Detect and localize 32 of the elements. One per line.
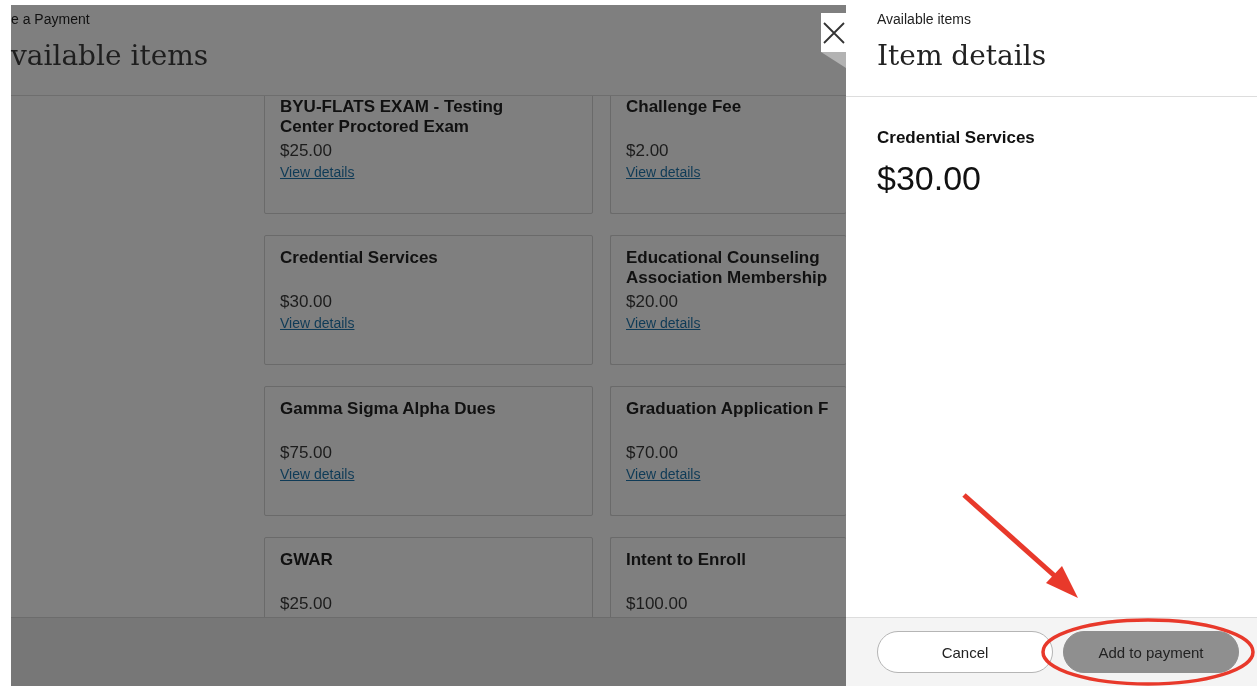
fold-drawing — [821, 52, 846, 68]
item-name: Graduation Application F — [626, 399, 829, 420]
cancel-button[interactable]: Cancel — [877, 631, 1053, 673]
breadcrumb: Available items — [877, 11, 971, 27]
item-name: Intent to Enroll — [626, 550, 746, 571]
add-to-payment-button[interactable]: Add to payment — [1063, 631, 1239, 673]
item-name: GWAR — [280, 550, 333, 571]
item-name: Challenge Fee — [626, 97, 742, 118]
view-details-link[interactable]: View details — [280, 162, 355, 182]
page-title: vailable items — [11, 38, 209, 74]
view-details-link[interactable]: View details — [280, 313, 355, 333]
item-name: Credential Services — [280, 248, 438, 269]
item-name: Credential Services — [877, 127, 1035, 149]
item-name: Gamma Sigma Alpha Dues — [280, 399, 496, 420]
panel-title: Item details — [877, 38, 1047, 74]
view-details-link[interactable]: View details — [280, 464, 355, 484]
view-details-link[interactable]: View details — [626, 162, 701, 182]
item-price: $100.00 — [626, 595, 688, 613]
item-price: $75.00 — [280, 444, 332, 462]
item-price: $25.00 — [280, 142, 332, 160]
item-name: Educational Counseling Association Membership — [626, 248, 829, 288]
item-price: $2.00 — [626, 142, 669, 160]
item-price: $30.00 — [877, 158, 981, 199]
view-details-link[interactable]: View details — [626, 464, 701, 484]
breadcrumb: e a Payment — [11, 11, 90, 27]
close-button[interactable] — [821, 13, 846, 52]
item-price: $25.00 — [280, 595, 332, 613]
item-price: $20.00 — [626, 293, 678, 311]
item-price: $30.00 — [280, 293, 332, 311]
item-price: $70.00 — [626, 444, 678, 462]
view-details-link[interactable]: View details — [626, 313, 701, 333]
item-name: BYU-FLATS EXAM - Testing Center Proctored Exam — [280, 97, 505, 137]
